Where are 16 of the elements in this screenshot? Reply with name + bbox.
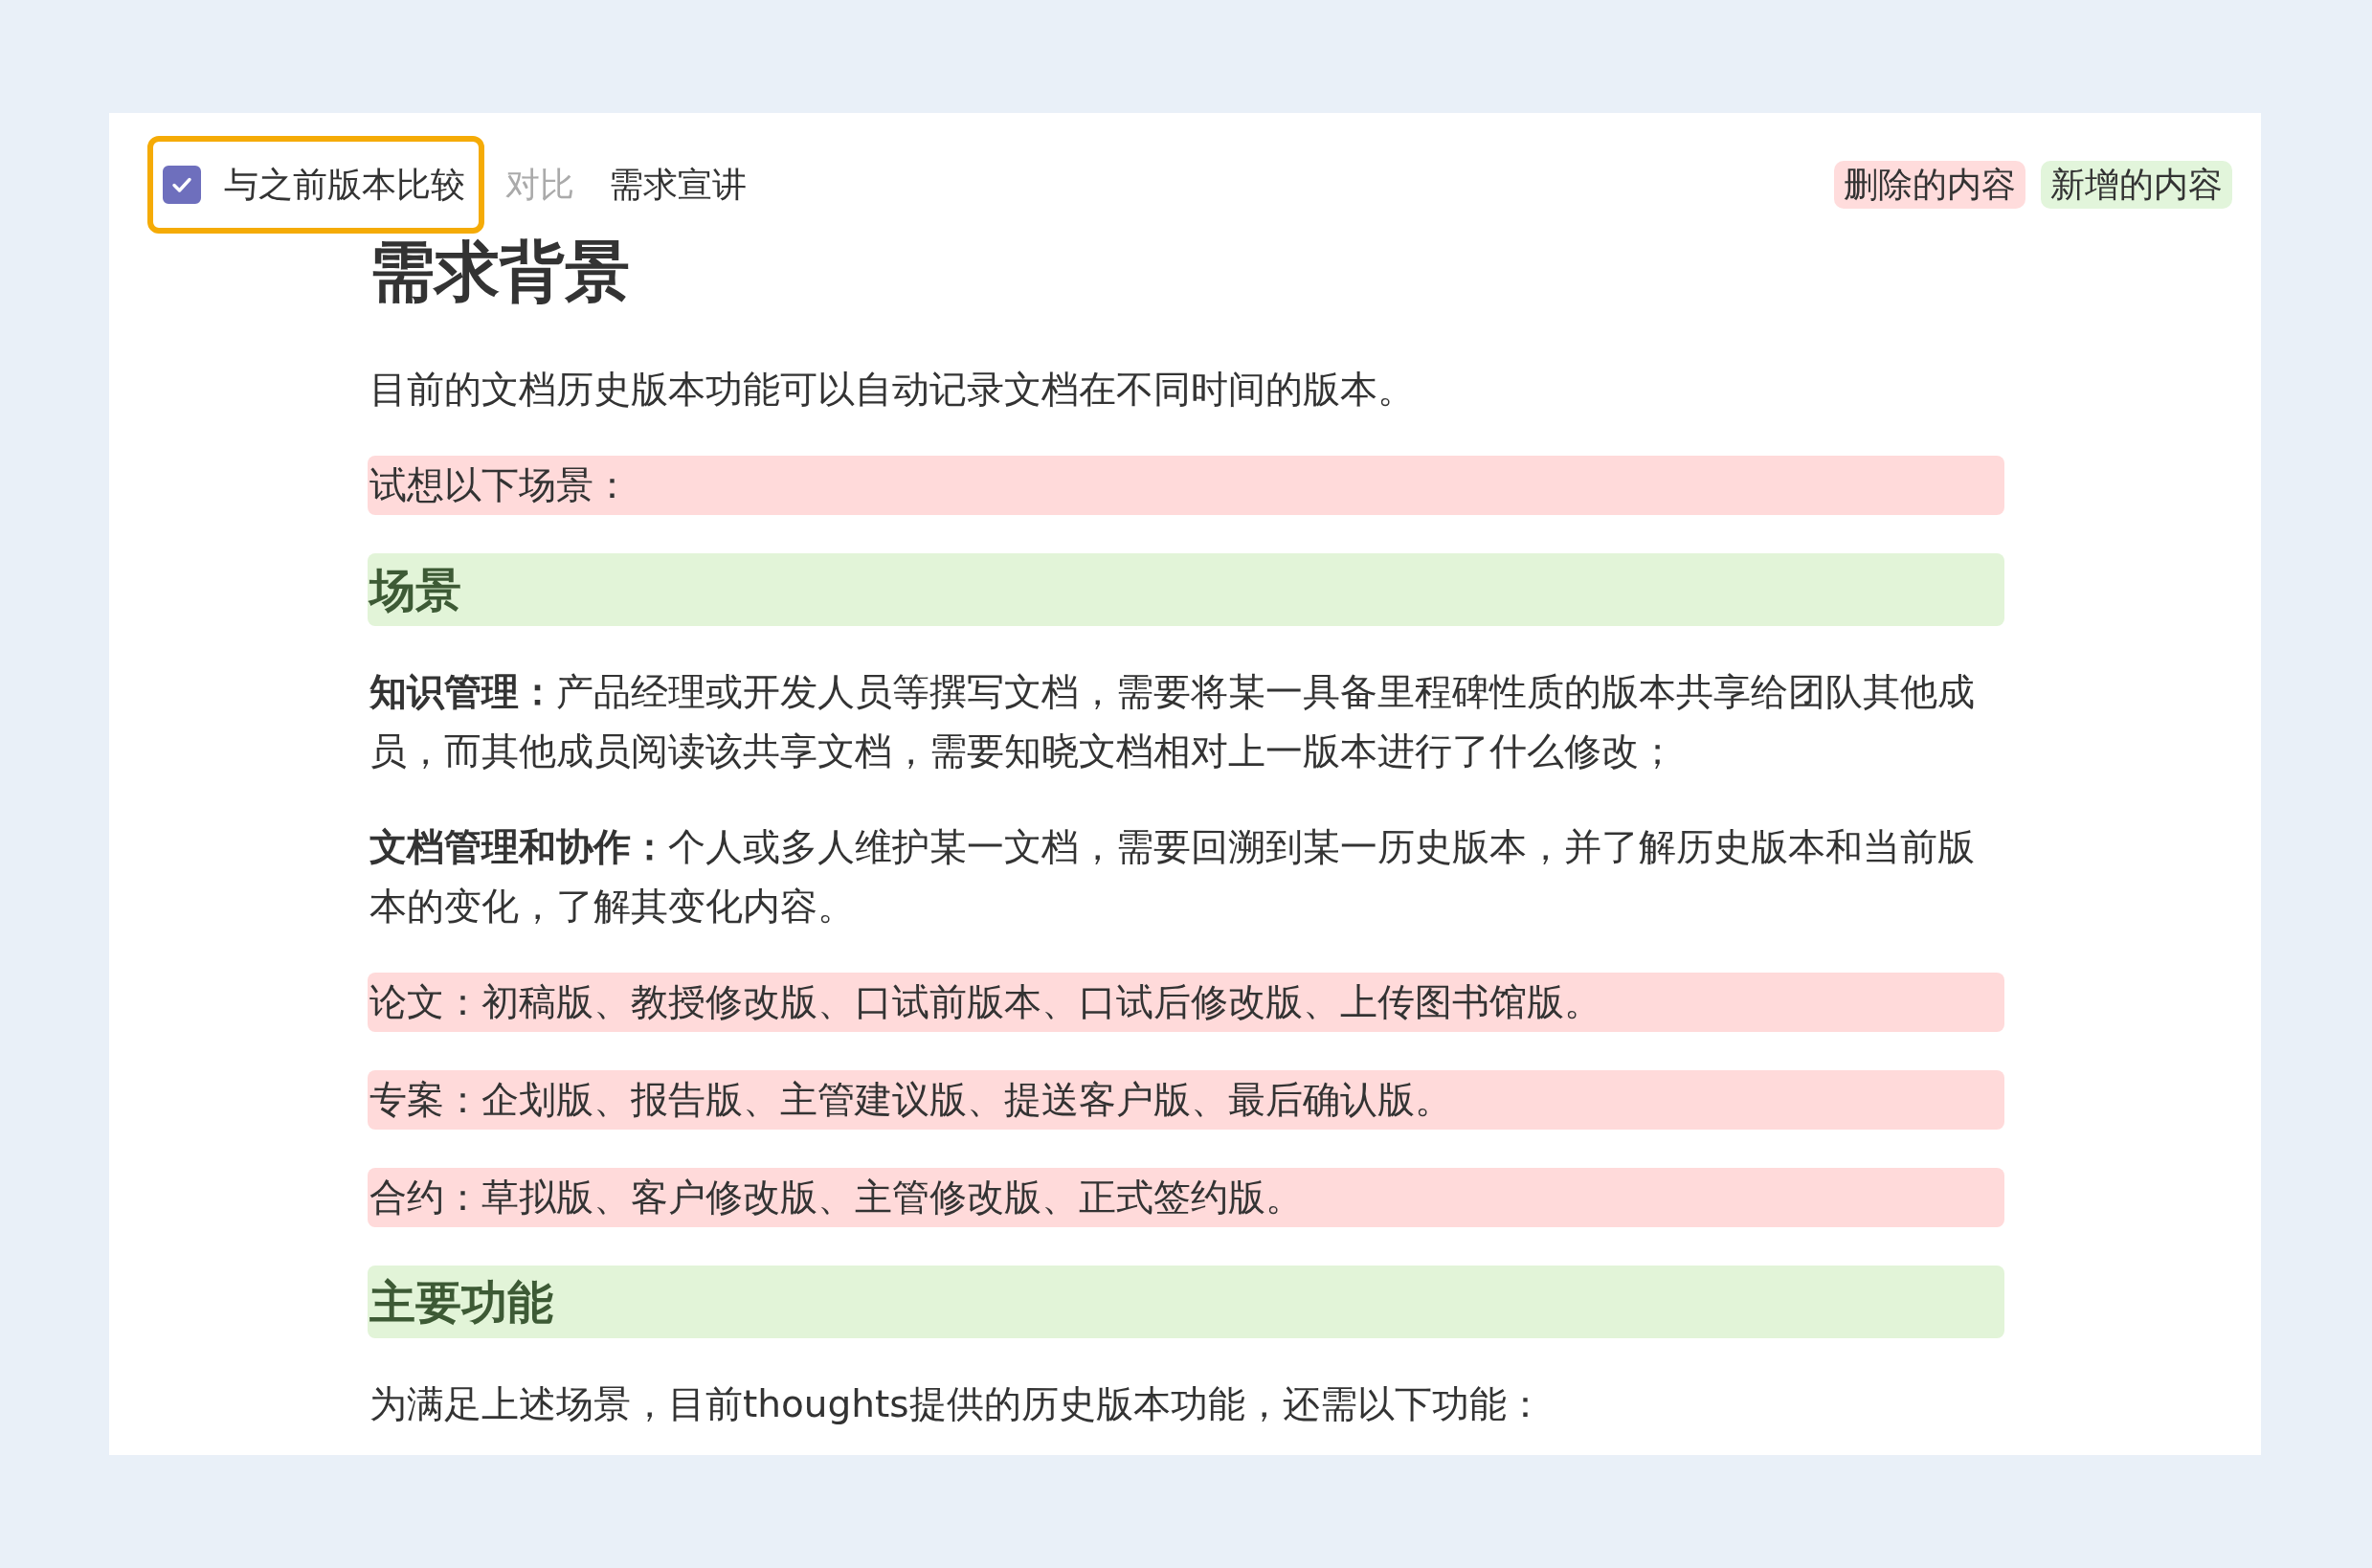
paragraph: 知识管理：产品经理或开发人员等撰写文档，需要将某一具备里程碑性质的版本共享给团队其他成员，而其他成员阅读该共享文档，需要知晓文档相对上一版本进行了什么修改； (369, 669, 1976, 774)
section-heading: 场景 (368, 553, 2004, 626)
legend-tag: 新增的内容 (2041, 161, 2232, 209)
paragraph: 论文：初稿版、教授修改版、口试前版本、口试后修改版、上传图书馆版。 (368, 973, 2004, 1032)
legend-tag: 删除的内容 (1834, 161, 2025, 209)
paragraph: 合约：草拟版、客户修改版、主管修改版、正式签约版。 (368, 1168, 2004, 1227)
paragraph: 试想以下场景： (368, 456, 2004, 515)
paragraph: 为满足上述场景，目前thoughts提供的历史版本功能，还需以下功能： (369, 1381, 1545, 1427)
section-heading: 主要功能 (368, 1266, 2004, 1338)
checkbox[interactable] (163, 166, 201, 204)
paragraph: 专案：企划版、报告版、主管建议版、提送客户版、最后确认版。 (368, 1070, 2004, 1130)
compare-toggle[interactable]: 与之前版本比较 (147, 136, 484, 234)
paragraph: 文档管理和协作：个人或多人维护某一文档，需要回溯到某一历史版本，并了解历史版本和当前版本的变化，了解其变化内容。 (369, 824, 1976, 930)
document-title: 需求背景 (369, 233, 631, 311)
toolbar-link[interactable]: 需求宣讲 (609, 159, 747, 211)
paragraph: 目前的文档历史版本功能可以自动记录文档在不同时间的版本。 (369, 367, 1416, 413)
